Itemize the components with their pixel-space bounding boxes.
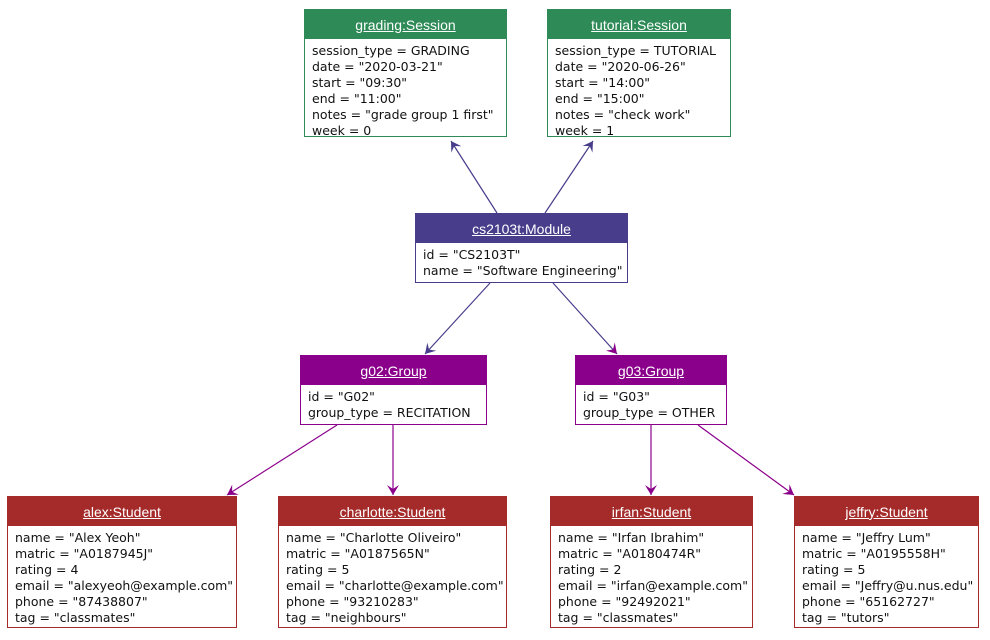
edge-module-g02 [424,282,491,355]
object-title: g02:Group [301,356,486,385]
attribute-line: matric = "A0187565N" [286,546,430,561]
object-tutorial-session: tutorial:Session session_type = TUTORIAL… [547,9,731,138]
object-student-alex: alex:Student name = "Alex Yeoh" matric = … [7,496,237,628]
attribute-line: rating = 4 [15,562,79,577]
attribute-line: start = "09:30" [312,75,408,90]
object-group-g03: g03:Group id = "G03" group_type = OTHER [575,355,727,425]
object-student-jeffry: jeffry:Student name = "Jeffry Lum" matric… [794,496,979,628]
attribute-line: id = "G03" [583,389,650,404]
attribute-line: rating = 5 [286,562,350,577]
object-attributes: name = "Charlotte Oliveiro" matric = "A01… [279,526,506,630]
object-student-charlotte: charlotte:Student name = "Charlotte Oliv… [278,496,507,628]
attribute-line: start = "14:00" [555,75,651,90]
attribute-line: group_type = OTHER [583,405,716,420]
attribute-line: id = "CS2103T" [423,247,521,262]
attribute-line: date = "2020-03-21" [312,59,443,74]
attribute-line: end = "15:00" [555,91,645,106]
attribute-line: tag = "classmates" [15,610,136,625]
attribute-line: rating = 5 [802,562,866,577]
object-attributes: id = "CS2103T" name = "Software Engineeri… [416,243,627,283]
attribute-line: id = "G02" [308,389,375,404]
attribute-line: session_type = GRADING [312,43,470,58]
attribute-line: group_type = RECITATION [308,405,471,420]
object-title: jeffry:Student [795,497,978,526]
attribute-line: name = "Software Engineering" [423,263,623,278]
attribute-line: tag = "neighbours" [286,610,407,625]
object-title: alex:Student [8,497,236,526]
object-attributes: id = "G03" group_type = OTHER [576,385,726,425]
attribute-line: tag = "tutors" [802,610,890,625]
attribute-line: matric = "A0187945J" [15,546,154,561]
attribute-line: matric = "A0180474R" [558,546,702,561]
attribute-line: name = "Charlotte Oliveiro" [286,530,462,545]
object-title: charlotte:Student [279,497,506,526]
attribute-line: name = "Irfan Ibrahim" [558,530,705,545]
attribute-line: week = 0 [312,123,372,138]
attribute-line: notes = "check work" [555,107,691,122]
attribute-line: tag = "classmates" [558,610,679,625]
edge-module-grading [450,140,498,214]
attribute-line: phone = "65162727" [802,594,935,609]
object-title: tutorial:Session [548,10,730,39]
attribute-line: rating = 2 [558,562,622,577]
attribute-line: phone = "92492021" [558,594,691,609]
attribute-line: email = "Jeffry@u.nus.edu" [802,578,974,593]
object-title: cs2103t:Module [416,214,627,243]
object-attributes: name = "Jeffry Lum" matric = "A0195558H" r… [795,526,978,630]
object-student-irfan: irfan:Student name = "Irfan Ibrahim" matr… [550,496,753,628]
edge-module-tutorial [544,140,594,214]
attribute-line: matric = "A0195558H" [802,546,946,561]
edge-g03-jeffry [697,424,795,496]
object-group-g02: g02:Group id = "G02" group_type = RECITAT… [300,355,487,425]
attribute-line: end = "11:00" [312,91,402,106]
object-module: cs2103t:Module id = "CS2103T" name = "Sof… [415,213,628,283]
edge-g02-alex [226,424,338,496]
attribute-line: session_type = TUTORIAL [555,43,717,58]
object-title: grading:Session [305,10,506,39]
edge-module-g03 [552,282,618,355]
object-title: irfan:Student [551,497,752,526]
attribute-line: date = "2020-06-26" [555,59,686,74]
attribute-line: week = 1 [555,123,615,138]
attribute-line: name = "Jeffry Lum" [802,530,931,545]
attribute-line: phone = "93210283" [286,594,419,609]
object-attributes: name = "Alex Yeoh" matric = "A0187945J" ra… [8,526,236,630]
object-attributes: session_type = GRADING date = "2020-03-21… [305,39,506,143]
object-attributes: session_type = TUTORIAL date = "2020-06-2… [548,39,730,143]
attribute-line: notes = "grade group 1 first" [312,107,494,122]
attribute-line: name = "Alex Yeoh" [15,530,141,545]
attribute-line: email = "irfan@example.com" [558,578,748,593]
attribute-line: email = "charlotte@example.com" [286,578,504,593]
attribute-line: phone = "87438807" [15,594,148,609]
object-title: g03:Group [576,356,726,385]
object-grading-session: grading:Session session_type = GRADING da… [304,9,507,138]
object-attributes: name = "Irfan Ibrahim" matric = "A0180474… [551,526,752,630]
object-attributes: id = "G02" group_type = RECITATION [301,385,486,425]
attribute-line: email = "alexyeoh@example.com" [15,578,234,593]
